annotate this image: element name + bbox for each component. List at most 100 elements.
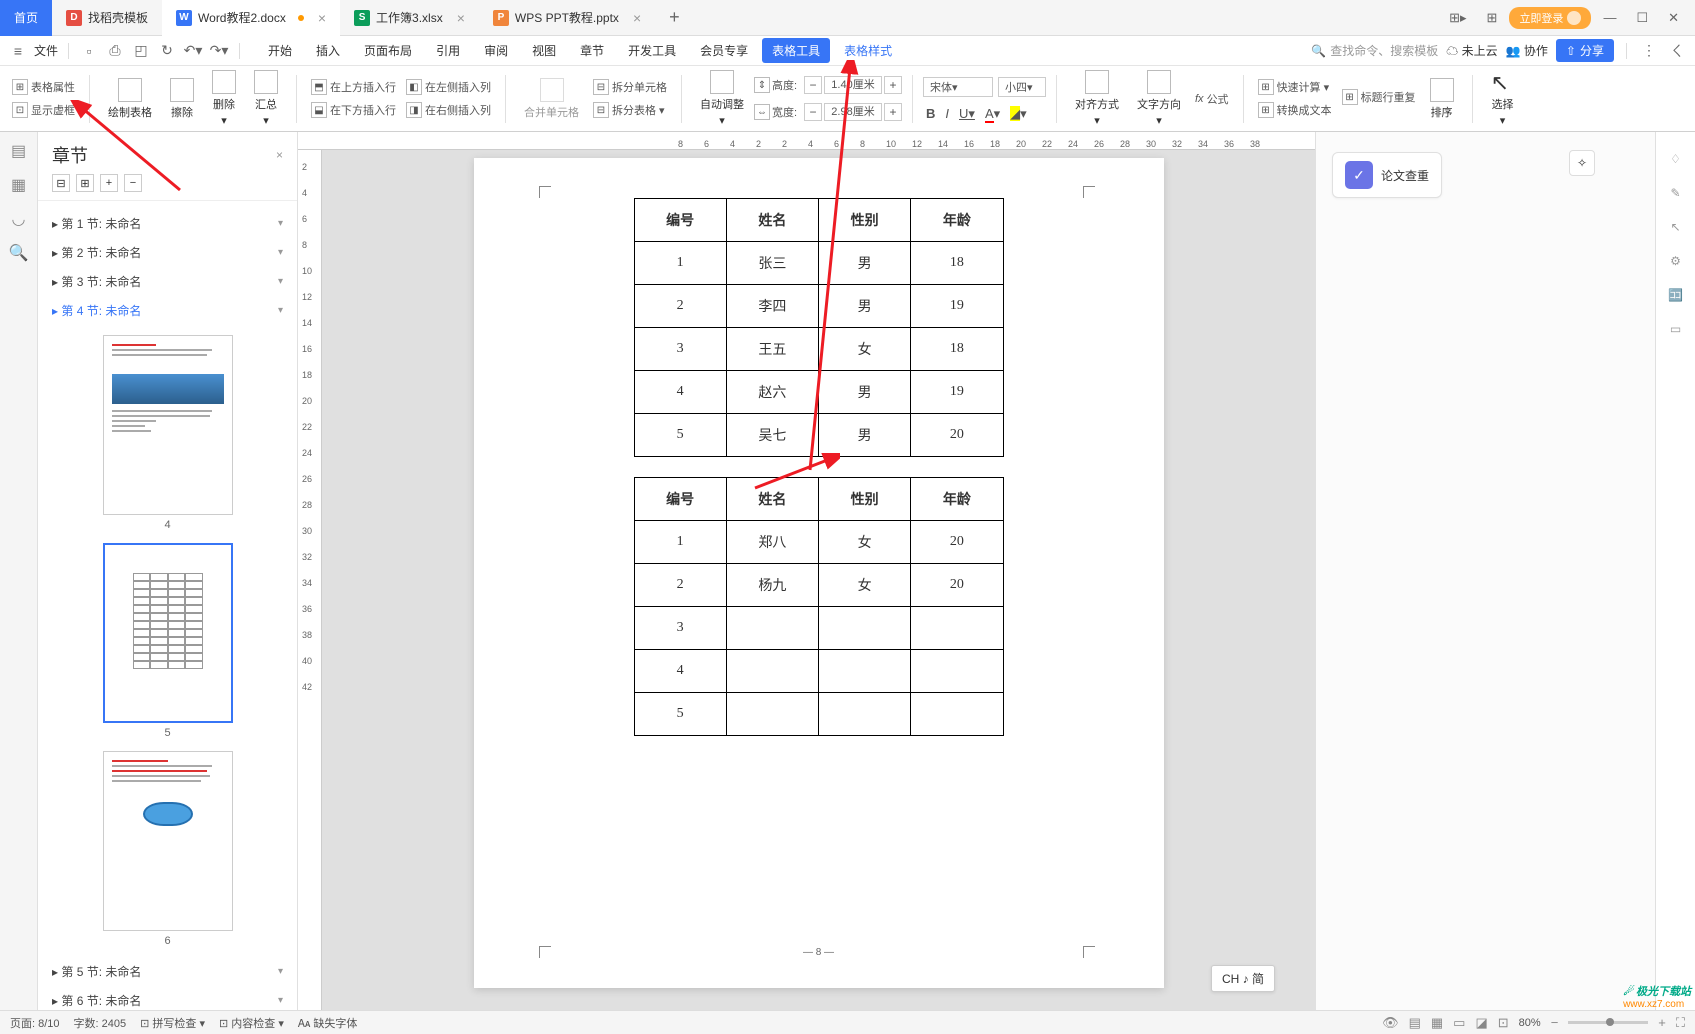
ruler-vertical[interactable]: 24681012141618202224262830323436384042 <box>298 150 322 1010</box>
tool-reduce-icon[interactable]: ⊟ <box>52 174 70 192</box>
new-tab-button[interactable]: + <box>655 7 694 28</box>
tab-start[interactable]: 开始 <box>258 38 302 63</box>
highlight-button[interactable]: ◢▾ <box>1007 106 1030 122</box>
fullscreen-icon[interactable]: ⛶ <box>1676 1015 1685 1031</box>
essay-check-button[interactable]: ✓论文查重 <box>1332 152 1442 198</box>
width-control[interactable]: ⇔宽度:−2.98厘米+ <box>754 100 902 124</box>
minimize-button[interactable]: — <box>1595 6 1624 29</box>
insert-below-button[interactable]: ⬓在下方插入行 <box>307 100 400 120</box>
document-table-2[interactable]: 编号姓名性别年龄1郑八女202杨九女20345 <box>634 477 1004 736</box>
table-cell[interactable]: 张三 <box>726 242 818 285</box>
increase-button[interactable]: + <box>884 103 902 121</box>
page-thumbnail[interactable] <box>103 335 233 515</box>
table-cell[interactable]: 1 <box>634 521 726 564</box>
ruler-horizontal[interactable]: 86422468101214161820222426283032343638 <box>298 132 1315 150</box>
table-cell[interactable]: 2 <box>634 285 726 328</box>
table-cell[interactable]: 赵六 <box>726 371 818 414</box>
tab-templates[interactable]: D找稻壳模板 <box>52 0 162 36</box>
table-cell[interactable]: 19 <box>911 285 1003 328</box>
table-header-cell[interactable]: 年龄 <box>911 478 1003 521</box>
chapter-item[interactable]: ▸ 第 3 节: 未命名▾ <box>38 267 297 296</box>
view-eye-icon[interactable]: 👁 <box>1382 1015 1399 1031</box>
chapter-item[interactable]: ▸ 第 5 节: 未命名▾ <box>38 957 297 986</box>
page-thumbnail[interactable] <box>103 751 233 931</box>
undo-icon[interactable]: ↶▾ <box>183 41 203 61</box>
save-icon[interactable]: ▫ <box>79 41 99 61</box>
zoom-in-button[interactable]: + <box>1658 1015 1666 1030</box>
table-cell[interactable]: 吴七 <box>726 414 818 457</box>
chapter-item[interactable]: ▸ 第 4 节: 未命名▾ <box>38 296 297 325</box>
zoom-out-button[interactable]: − <box>1551 1015 1559 1030</box>
title-repeat-button[interactable]: ⊞标题行重复 <box>1338 87 1420 107</box>
tool-expand-icon[interactable]: ⊞ <box>76 174 94 192</box>
close-icon[interactable]: × <box>318 10 326 26</box>
table-cell[interactable]: 4 <box>634 371 726 414</box>
text-direction-button[interactable]: 文字方向▾ <box>1129 66 1189 131</box>
word-count[interactable]: 字数: 2405 <box>74 1015 127 1031</box>
fit-icon[interactable]: ⊡ <box>1498 1015 1509 1031</box>
missing-font-button[interactable]: 🗛 缺失字体 <box>298 1015 358 1031</box>
quick-calc-button[interactable]: ⊞快速计算▾ <box>1254 77 1336 97</box>
ime-indicator[interactable]: CH ♪ 简 <box>1211 965 1275 992</box>
table-header-cell[interactable]: 性别 <box>819 478 911 521</box>
collapse-ribbon-icon[interactable]: ㄑ <box>1667 41 1687 61</box>
collab-button[interactable]: 👥 协作 <box>1506 42 1548 59</box>
table-cell[interactable] <box>911 693 1003 736</box>
font-select[interactable]: 宋体 ▾ <box>923 77 993 97</box>
layout-icon[interactable]: ⊞▸ <box>1441 6 1474 30</box>
table-cell[interactable]: 3 <box>634 607 726 650</box>
table-cell[interactable] <box>819 607 911 650</box>
insert-above-button[interactable]: ⬒在上方插入行 <box>307 77 400 97</box>
decrease-button[interactable]: − <box>804 103 822 121</box>
translate-icon[interactable]: 🈁 <box>1668 288 1683 302</box>
table-cell[interactable]: 4 <box>634 650 726 693</box>
login-button[interactable]: 立即登录 <box>1509 7 1591 29</box>
font-size-select[interactable]: 小四 ▾ <box>998 77 1046 97</box>
read-icon[interactable]: ▭ <box>1670 322 1681 336</box>
bold-button[interactable]: B <box>923 106 938 122</box>
view-outline-icon[interactable]: ◪ <box>1475 1015 1487 1031</box>
zoom-slider[interactable] <box>1568 1021 1648 1024</box>
table-cell[interactable]: 2 <box>634 564 726 607</box>
table-cell[interactable] <box>726 693 818 736</box>
table-header-cell[interactable]: 编号 <box>634 199 726 242</box>
settings-icon[interactable]: ⚙ <box>1670 254 1681 268</box>
bookmark-icon[interactable]: ◡ <box>8 208 30 230</box>
maximize-button[interactable]: ☐ <box>1628 6 1656 30</box>
search-rail-icon[interactable]: 🔍 <box>8 242 30 264</box>
to-text-button[interactable]: ⊞转换成文本 <box>1254 100 1336 120</box>
tab-section[interactable]: 章节 <box>570 38 614 63</box>
tab-member[interactable]: 会员专享 <box>690 38 758 63</box>
tab-view[interactable]: 视图 <box>522 38 566 63</box>
content-check-button[interactable]: ⊡ 内容检查 ▾ <box>219 1015 284 1031</box>
increase-button[interactable]: + <box>884 76 902 94</box>
table-cell[interactable]: 男 <box>819 414 911 457</box>
file-menu[interactable]: 文件 <box>34 42 58 59</box>
erase-button[interactable]: 擦除 <box>162 74 202 124</box>
summary-button[interactable]: 汇总▾ <box>246 66 286 131</box>
table-cell[interactable]: 19 <box>911 371 1003 414</box>
view-read-icon[interactable]: ▭ <box>1453 1015 1465 1031</box>
delete-button[interactable]: 删除▾ <box>204 66 244 131</box>
table-cell[interactable] <box>911 650 1003 693</box>
page-count[interactable]: 页面: 8/10 <box>10 1015 60 1031</box>
table-cell[interactable]: 20 <box>911 564 1003 607</box>
spellcheck-button[interactable]: ⊡ 拼写检查 ▾ <box>140 1015 205 1031</box>
table-cell[interactable] <box>819 693 911 736</box>
insert-right-button[interactable]: ◨在右侧插入列 <box>402 100 495 120</box>
table-cell[interactable] <box>819 650 911 693</box>
tab-word-doc[interactable]: WWord教程2.docx× <box>162 0 340 36</box>
search-input[interactable]: 🔍 查找命令、搜索模板 <box>1311 42 1438 59</box>
redo-icon[interactable]: ↷▾ <box>209 41 229 61</box>
sort-button[interactable]: 排序 <box>1422 74 1462 124</box>
tab-home[interactable]: 首页 <box>0 0 52 36</box>
table-cell[interactable] <box>726 650 818 693</box>
table-header-cell[interactable]: 编号 <box>634 478 726 521</box>
table-cell[interactable]: 女 <box>819 328 911 371</box>
draw-table-button[interactable]: 绘制表格 <box>100 74 160 124</box>
page-thumbnail[interactable] <box>103 543 233 723</box>
table-cell[interactable]: 杨九 <box>726 564 818 607</box>
outline-icon[interactable]: ▤ <box>8 140 30 162</box>
tool-remove-icon[interactable]: − <box>124 174 142 192</box>
split-cell-button[interactable]: ⊟拆分单元格 <box>589 77 671 97</box>
